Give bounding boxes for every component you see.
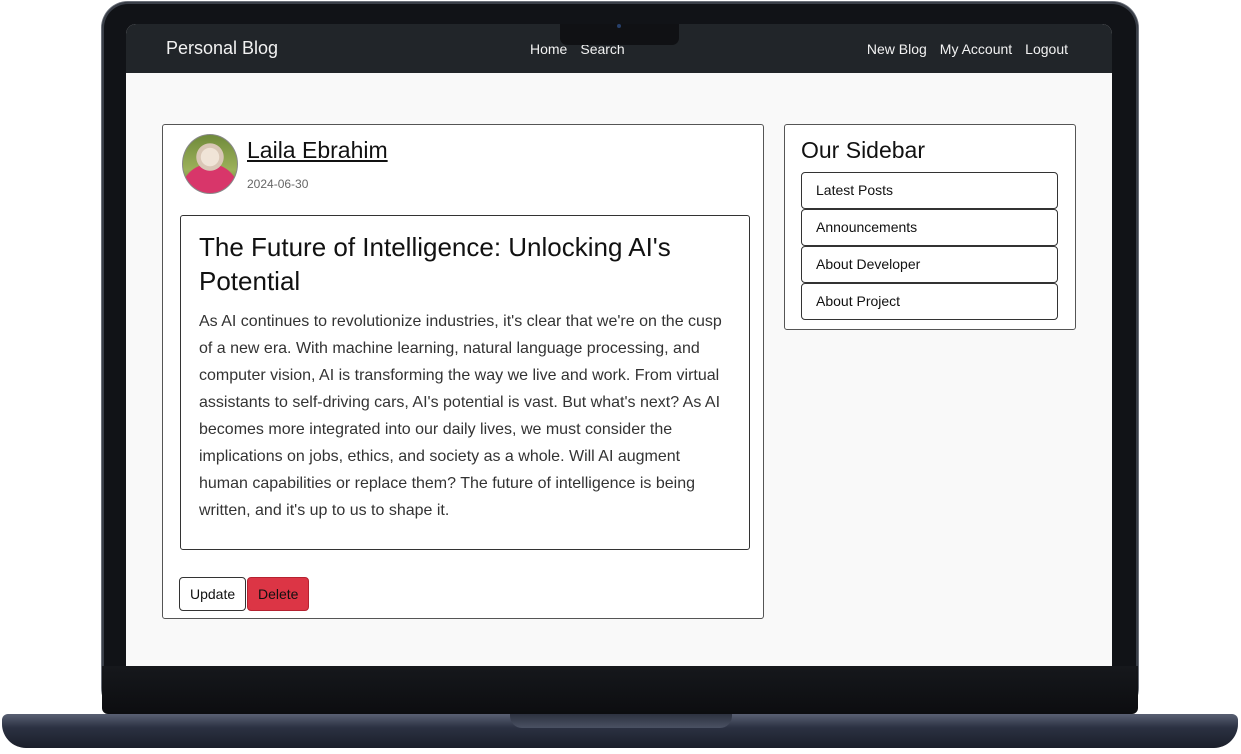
sidebar-list: Latest Posts Announcements About Develop… bbox=[801, 172, 1058, 320]
post-card: Laila Ebrahim 2024-06-30 The Future of I… bbox=[162, 124, 764, 619]
trackpad-notch bbox=[510, 714, 732, 728]
nav-my-account-link[interactable]: My Account bbox=[940, 41, 1012, 57]
brand-link[interactable]: Personal Blog bbox=[166, 38, 278, 59]
sidebar: Our Sidebar Latest Posts Announcements A… bbox=[784, 124, 1076, 330]
sidebar-item-about-developer[interactable]: About Developer bbox=[801, 246, 1058, 283]
nav-logout-link[interactable]: Logout bbox=[1025, 41, 1068, 57]
camera-notch bbox=[560, 24, 679, 45]
author-name-link[interactable]: Laila Ebrahim bbox=[247, 137, 388, 164]
webcam-icon bbox=[617, 24, 621, 28]
article-body: As AI continues to revolutionize industr… bbox=[199, 313, 722, 519]
sidebar-item-latest-posts[interactable]: Latest Posts bbox=[801, 172, 1058, 209]
laptop-base bbox=[2, 714, 1238, 748]
article-title: The Future of Intelligence: Unlocking AI… bbox=[199, 232, 671, 296]
delete-button[interactable]: Delete bbox=[247, 577, 310, 611]
nav-new-blog-link[interactable]: New Blog bbox=[867, 41, 927, 57]
update-button[interactable]: Update bbox=[179, 577, 247, 611]
post-date: 2024-06-30 bbox=[247, 177, 309, 191]
nav-right-links: New Blog My Account Logout bbox=[867, 41, 1068, 57]
author-avatar[interactable] bbox=[182, 134, 238, 194]
laptop-bezel bbox=[102, 666, 1138, 714]
article-box: The Future of Intelligence: Unlocking AI… bbox=[180, 215, 750, 550]
sidebar-item-announcements[interactable]: Announcements bbox=[801, 209, 1058, 246]
sidebar-item-about-project[interactable]: About Project bbox=[801, 283, 1058, 320]
sidebar-title: Our Sidebar bbox=[801, 137, 926, 163]
browser-viewport: Personal Blog Home Search New Blog My Ac… bbox=[126, 24, 1112, 666]
